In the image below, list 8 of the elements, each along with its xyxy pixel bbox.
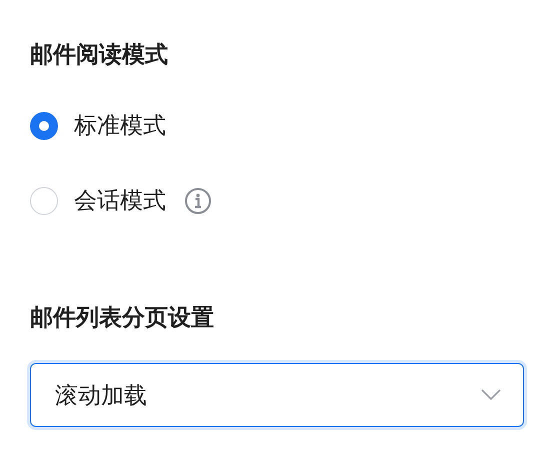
radio-button[interactable] <box>30 112 58 140</box>
radio-label[interactable]: 标准模式 <box>74 109 166 143</box>
radio-label[interactable]: 会话模式 <box>74 184 166 218</box>
info-icon[interactable] <box>184 187 212 215</box>
section-title: 邮件阅读模式 <box>30 41 169 70</box>
dropdown-select[interactable]: 滚动加载 <box>30 363 524 427</box>
section-title: 邮件列表分页设置 <box>30 304 215 333</box>
chevron-down-icon <box>481 389 501 401</box>
